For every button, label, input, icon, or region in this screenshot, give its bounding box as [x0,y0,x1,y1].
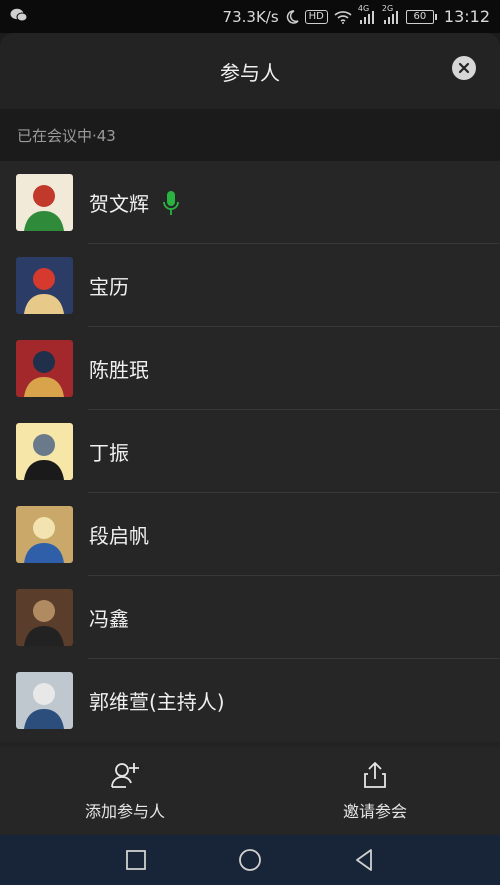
invite-label: 邀请参会 [342,802,407,821]
microphone-active-icon [163,190,179,215]
system-nav-bar [0,835,500,885]
participant-name: 段启帆 [89,524,149,548]
share-icon [364,762,386,788]
network-speed: 73.3K/s [222,7,279,26]
avatar [16,589,73,646]
participant-row[interactable]: 段启帆 [0,493,500,576]
status-bar: 73.3K/s HD 4G 2G 60 13:12 [0,0,500,33]
wifi-icon [334,10,352,24]
signal-4g-icon: 4G [358,4,376,24]
in-meeting-count: 已在会议中·43 [0,109,500,161]
participant-row[interactable]: 贺文辉 [0,161,500,244]
wechat-icon [10,8,28,22]
battery-level: 60 [413,11,427,22]
avatar [16,423,73,480]
add-user-icon [111,763,139,788]
participant-name: 贺文辉 [89,192,149,216]
participant-name: 宝历 [89,275,129,299]
page-title: 参与人 [220,60,280,85]
recents-icon[interactable] [124,848,148,872]
participant-row[interactable]: 宝历 [0,244,500,327]
participant-row[interactable]: 冯鑫 [0,576,500,659]
moon-icon [285,9,299,24]
add-participant-button[interactable]: 添加参与人 [0,747,250,835]
participant-name: 陈胜珉 [89,358,149,382]
footer-actions: 添加参与人 邀请参会 [0,747,500,835]
participant-name: 郭维萱(主持人) [89,690,225,714]
clock: 13:12 [443,7,490,26]
signal-2g-icon: 2G [382,4,400,24]
add-participant-label: 添加参与人 [84,802,165,821]
participants-sheet: 参与人 已在会议中·43 贺文辉宝历陈胜珉丁振段启帆冯鑫郭维萱(主持人) 添加参… [0,33,500,835]
avatar [16,506,73,563]
invite-button[interactable]: 邀请参会 [250,747,500,835]
close-icon [458,62,470,74]
avatar [16,257,73,314]
home-icon[interactable] [238,848,262,872]
battery-icon: 60 [405,9,437,24]
network-4g-label: 4G [357,3,370,13]
back-icon[interactable] [352,848,376,872]
avatar [16,672,73,729]
network-2g-label: 2G [381,3,394,13]
participant-row[interactable]: 丁振 [0,410,500,493]
participant-list: 贺文辉宝历陈胜珉丁振段启帆冯鑫郭维萱(主持人) [0,161,500,742]
participant-name: 冯鑫 [89,607,129,631]
participant-row[interactable]: 陈胜珉 [0,327,500,410]
hd-badge: HD [304,9,328,24]
participant-name: 丁振 [89,441,129,465]
avatar [16,174,73,231]
avatar [16,340,73,397]
participant-row[interactable]: 郭维萱(主持人) [0,659,500,742]
close-button[interactable] [452,56,476,80]
sheet-header: 参与人 [0,33,500,109]
